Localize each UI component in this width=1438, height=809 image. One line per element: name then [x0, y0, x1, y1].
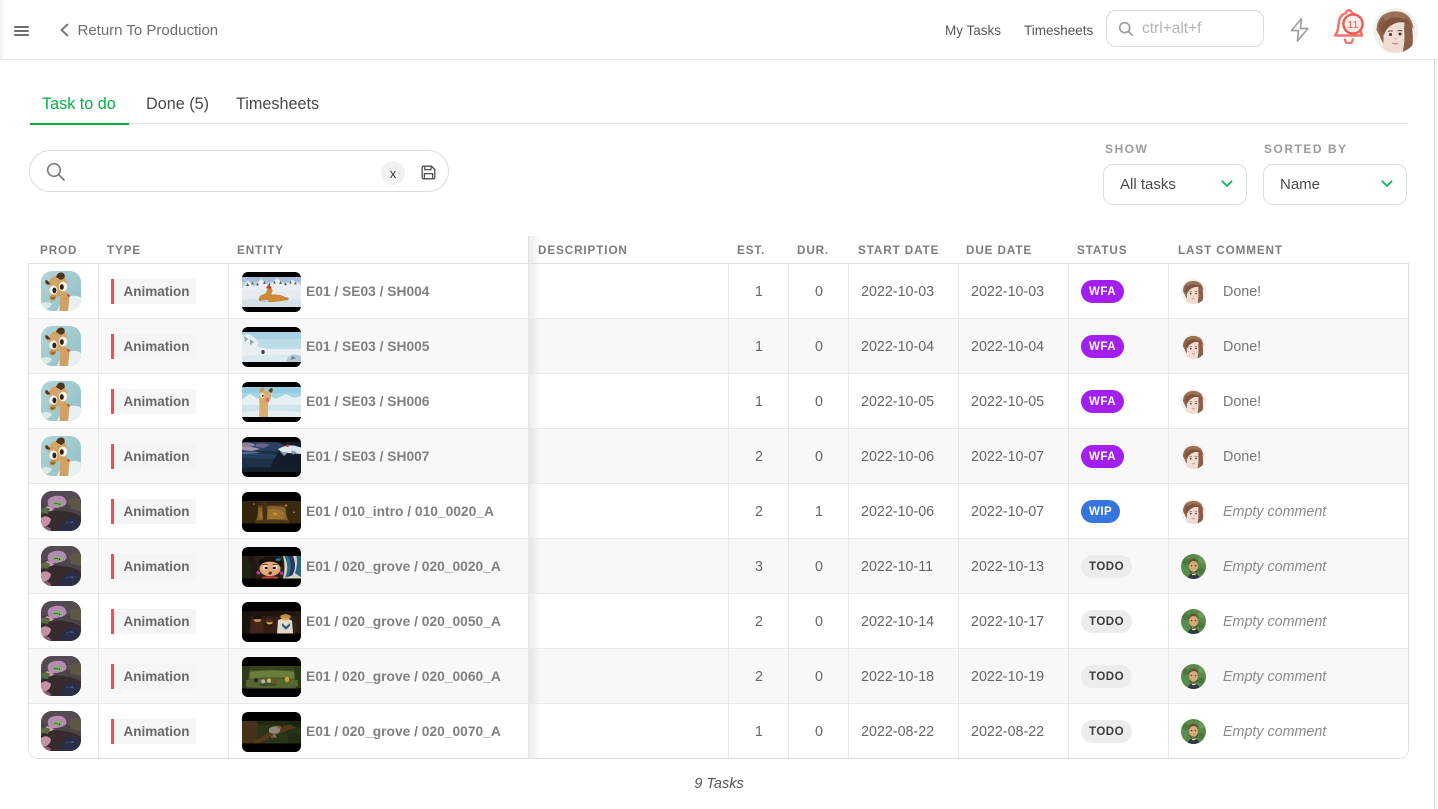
- svg-text:11: 11: [1348, 18, 1359, 30]
